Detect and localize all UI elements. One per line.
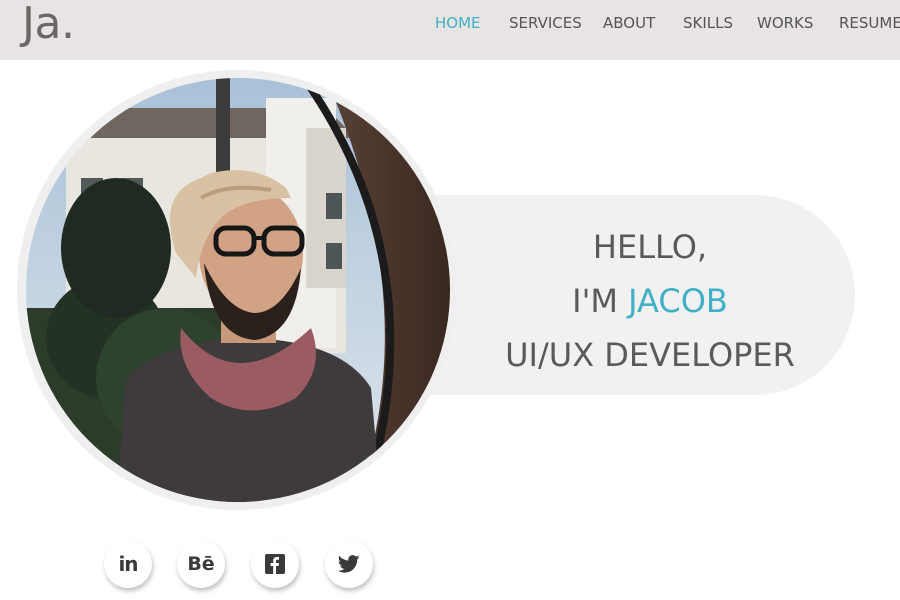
linkedin-button[interactable]: in: [104, 540, 152, 588]
linkedin-icon: in: [118, 552, 138, 576]
intro-greeting: HELLO,: [592, 228, 708, 266]
intro-text: HELLO, I'M JACOB UI/UX DEVELOPER: [445, 220, 855, 382]
facebook-icon: [265, 554, 285, 574]
facebook-button[interactable]: [251, 540, 299, 588]
site-header: Ja. HOME SERVICES ABOUT SKILLS WORKS RES…: [0, 0, 900, 60]
intro-name-prefix: I'M: [572, 282, 618, 320]
nav-item-home[interactable]: HOME: [435, 14, 481, 32]
nav-item-works[interactable]: WORKS: [757, 14, 813, 32]
twitter-icon: [338, 555, 360, 573]
intro-role: UI/UX DEVELOPER: [505, 336, 795, 374]
profile-photo: [26, 78, 450, 502]
nav-item-about[interactable]: ABOUT: [603, 14, 655, 32]
nav-item-skills[interactable]: SKILLS: [683, 14, 733, 32]
behance-icon: Bē: [187, 553, 215, 575]
nav-item-resume[interactable]: RESUME: [839, 14, 900, 32]
twitter-button[interactable]: [325, 540, 373, 588]
behance-button[interactable]: Bē: [177, 540, 225, 588]
logo[interactable]: Ja.: [22, 0, 75, 49]
intro-name: JACOB: [628, 282, 728, 320]
nav-item-services[interactable]: SERVICES: [509, 14, 582, 32]
profile-photo-image: [26, 78, 450, 502]
intro-name-line: I'M JACOB: [445, 274, 855, 328]
